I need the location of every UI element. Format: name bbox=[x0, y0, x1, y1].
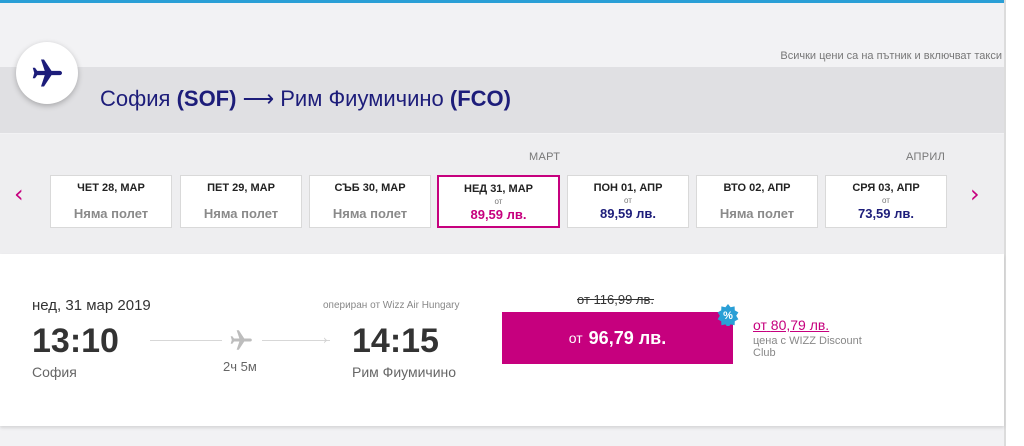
select-fare-button[interactable]: от 96,79 лв. bbox=[502, 312, 733, 364]
date-card-from: от bbox=[882, 196, 890, 205]
date-card-price: 89,59 лв. bbox=[470, 207, 527, 222]
departure-city: София bbox=[32, 364, 77, 380]
date-card-label: ЧЕТ 28, МАР bbox=[77, 182, 145, 194]
svg-text:%: % bbox=[723, 310, 733, 322]
origin-code: (SOF) bbox=[176, 86, 237, 111]
origin-city: София bbox=[100, 86, 171, 111]
club-price-value: 80,79 лв. bbox=[770, 317, 830, 333]
departure-time: 13:10 bbox=[32, 322, 119, 360]
date-card-mon-01[interactable]: ПОН 01, АПР от 89,59 лв. bbox=[567, 175, 689, 228]
flight-duration: 2ч 5м bbox=[223, 359, 257, 374]
date-card-price: 89,59 лв. bbox=[599, 206, 656, 221]
date-card-thu-28[interactable]: ЧЕТ 28, МАР Няма полет bbox=[50, 175, 172, 228]
route-arrow: ⟶ bbox=[242, 86, 275, 111]
date-card-label: СРЯ 03, АПР bbox=[852, 182, 920, 194]
date-card-label: ПЕТ 29, МАР bbox=[207, 182, 275, 194]
arrival-city: Рим Фиумичино bbox=[352, 364, 457, 380]
destination-code: (FCO) bbox=[449, 86, 511, 111]
price-prefix: от bbox=[568, 330, 583, 346]
plane-icon bbox=[16, 42, 78, 104]
operator-label: опериран от Wizz Air Hungary bbox=[323, 300, 460, 311]
top-accent-line bbox=[0, 0, 1004, 3]
date-card-status: Няма полет bbox=[332, 206, 408, 221]
date-card-from: от bbox=[494, 197, 503, 206]
route-line-right bbox=[262, 340, 330, 341]
date-card-status: Няма полет bbox=[719, 206, 795, 221]
flight-plane-icon bbox=[228, 327, 254, 358]
date-card-status: Няма полет bbox=[73, 206, 149, 221]
date-card-label: СЪБ 30, МАР bbox=[334, 182, 406, 194]
date-card-fri-29[interactable]: ПЕТ 29, МАР Няма полет bbox=[180, 175, 302, 228]
prev-dates-arrow-icon[interactable]: ‹ bbox=[14, 180, 24, 208]
month-label-april: АПРИЛ bbox=[906, 151, 946, 163]
next-dates-arrow-icon[interactable]: › bbox=[970, 180, 980, 208]
flight-date: нед, 31 мар 2019 bbox=[32, 297, 151, 314]
date-card-label: НЕД 31, МАР bbox=[464, 183, 533, 195]
date-card-tue-02[interactable]: ВТО 02, АПР Няма полет bbox=[696, 175, 818, 228]
discount-badge-icon: % bbox=[717, 304, 739, 328]
route-line-left bbox=[150, 340, 222, 341]
date-card-price: 73,59 лв. bbox=[857, 206, 914, 221]
date-card-status: Няма полет bbox=[203, 206, 279, 221]
date-card-sat-30[interactable]: СЪБ 30, МАР Няма полет bbox=[309, 175, 431, 228]
date-card-from: от bbox=[624, 196, 632, 205]
club-price-caption: цена с WIZZ Discount Club bbox=[753, 335, 862, 359]
date-card-wed-03[interactable]: СРЯ 03, АПР от 73,59 лв. bbox=[825, 175, 947, 228]
fare-price: 96,79 лв. bbox=[588, 327, 667, 348]
month-label-march: МАРТ bbox=[529, 151, 561, 163]
destination-city: Рим Фиумичино bbox=[280, 86, 444, 111]
route-line-arrow-icon: › bbox=[323, 333, 328, 347]
club-price-prefix: от bbox=[753, 317, 767, 333]
date-card-label: ВТО 02, АПР bbox=[723, 182, 791, 194]
date-card-label: ПОН 01, АПР bbox=[593, 182, 663, 194]
scrollbar[interactable] bbox=[1004, 0, 1024, 446]
old-price: от 116,99 лв. bbox=[577, 292, 655, 307]
route-title: София (SOF) ⟶ Рим Фиумичино (FCO) bbox=[100, 86, 511, 112]
arrival-time: 14:15 bbox=[352, 322, 439, 360]
prices-note: Всички цени са на пътник и включват такс… bbox=[780, 50, 1002, 62]
date-card-sun-31-selected[interactable]: НЕД 31, МАР от 89,59 лв. bbox=[437, 175, 560, 228]
club-price-link[interactable]: от 80,79 лв. bbox=[753, 317, 829, 333]
